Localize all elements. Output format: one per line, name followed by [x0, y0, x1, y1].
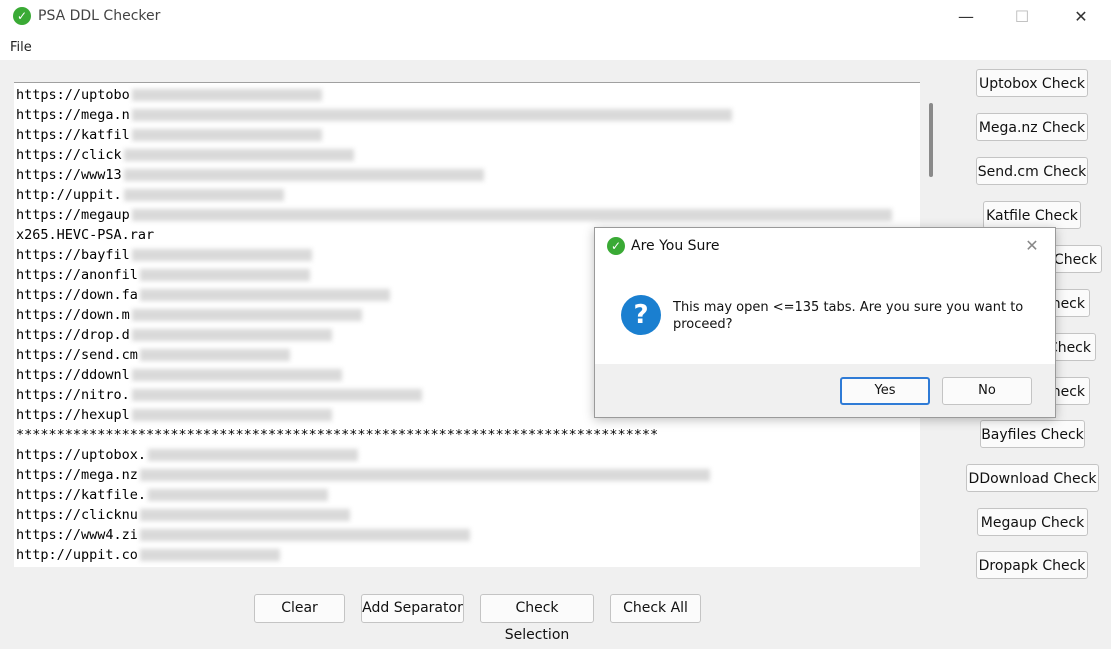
redacted-url-part — [123, 189, 284, 201]
close-button[interactable]: ✕ — [1061, 4, 1101, 30]
katfile-check-button[interactable]: Katfile Check — [983, 201, 1081, 229]
link-line: https://katfil — [16, 125, 916, 145]
redacted-url-part — [131, 209, 892, 221]
link-text: https://mega.nz — [16, 467, 138, 483]
textarea-scrollbar[interactable] — [929, 103, 933, 177]
redacted-url-part — [131, 329, 332, 341]
sendcm-check-button[interactable]: Send.cm Check — [976, 157, 1088, 185]
redacted-url-part — [139, 469, 710, 481]
link-line: ****************************************… — [16, 425, 916, 445]
link-text: http://uppit.co — [16, 547, 138, 563]
link-line: https://megaup — [16, 205, 916, 225]
redacted-url-part — [131, 129, 322, 141]
link-line: https://mega.n — [16, 105, 916, 125]
redacted-url-part — [131, 89, 322, 101]
link-text: https://hexupl — [16, 407, 130, 423]
link-line: https://uptobox. — [16, 445, 916, 465]
check-selection-button[interactable]: Check Selection — [480, 594, 594, 643]
redacted-url-part — [148, 489, 329, 501]
link-line: http://uppit. — [16, 185, 916, 205]
link-line: https://mega.nz — [16, 465, 916, 485]
link-text: https://down.m — [16, 307, 130, 323]
app-check-icon: ✓ — [13, 7, 31, 25]
redacted-url-part — [131, 249, 312, 261]
link-line: https://clicknu — [16, 505, 916, 525]
menu-file[interactable]: File — [10, 40, 32, 55]
dialog-title: Are You Sure — [631, 238, 720, 254]
redacted-url-part — [148, 449, 359, 461]
uptobox-check-button[interactable]: Uptobox Check — [976, 69, 1088, 97]
redacted-url-part — [131, 109, 732, 121]
link-text: x265.HEVC-PSA.rar — [16, 227, 155, 243]
dialog-close-button[interactable]: ✕ — [1019, 235, 1045, 257]
link-text: https://clicknu — [16, 507, 138, 523]
link-text: http://uppit. — [16, 187, 122, 203]
dialog-footer: Yes No — [595, 364, 1055, 417]
minimize-button[interactable]: — — [946, 4, 986, 30]
ddownload-check-button[interactable]: DDownload Check — [966, 464, 1099, 492]
redacted-url-part — [139, 349, 290, 361]
link-text: https://uptobox. — [16, 447, 147, 463]
clear-button[interactable]: Clear — [254, 594, 345, 623]
link-line: https://www13 — [16, 165, 916, 185]
link-text: https://mega.n — [16, 107, 130, 123]
redacted-url-part — [131, 389, 422, 401]
link-text: https://uptobo — [16, 87, 130, 103]
link-text: https://drop.d — [16, 327, 130, 343]
megaup-check-button[interactable]: Megaup Check — [977, 508, 1088, 536]
link-line: https://www4.zi — [16, 525, 916, 545]
link-line: https://click — [16, 145, 916, 165]
check-all-button[interactable]: Check All — [610, 594, 701, 623]
mega-check-button[interactable]: Mega.nz Check — [976, 113, 1088, 141]
app-check-icon: ✓ — [607, 237, 625, 255]
link-text: https://katfil — [16, 127, 130, 143]
link-text: https://megaup — [16, 207, 130, 223]
redacted-url-part — [131, 369, 342, 381]
link-line: https://katfile. — [16, 485, 916, 505]
redacted-url-part — [131, 309, 362, 321]
bayfiles-check-button[interactable]: Bayfiles Check — [980, 420, 1085, 448]
dropapk-check-button[interactable]: Dropapk Check — [976, 551, 1088, 579]
redacted-url-part — [123, 169, 484, 181]
link-text: https://down.fa — [16, 287, 138, 303]
link-text: https://www13 — [16, 167, 122, 183]
link-text: https://anonfil — [16, 267, 138, 283]
link-text: https://ddownl — [16, 367, 130, 383]
title-bar: ✓ PSA DDL Checker — ☐ ✕ — [0, 0, 1111, 34]
window-title: PSA DDL Checker — [38, 8, 161, 24]
link-text: https://send.cm — [16, 347, 138, 363]
link-line: http://uppit.co — [16, 545, 916, 565]
confirm-dialog: ✓ Are You Sure ✕ ? This may open <=135 t… — [594, 227, 1056, 418]
redacted-url-part — [131, 409, 332, 421]
redacted-url-part — [139, 549, 280, 561]
yes-button[interactable]: Yes — [840, 377, 930, 405]
menu-bar: File — [0, 34, 1111, 60]
link-text: https://bayfil — [16, 247, 130, 263]
add-separator-button[interactable]: Add Separator — [361, 594, 464, 623]
redacted-url-part — [123, 149, 354, 161]
redacted-url-part — [139, 289, 390, 301]
link-text: https://katfile. — [16, 487, 147, 503]
link-line: https://uptobo — [16, 85, 916, 105]
dialog-message: This may open <=135 tabs. Are you sure y… — [673, 300, 1024, 332]
redacted-url-part — [139, 269, 310, 281]
link-text: https://nitro. — [16, 387, 130, 403]
question-icon: ? — [621, 295, 661, 335]
redacted-url-part — [139, 529, 470, 541]
link-text: https://click — [16, 147, 122, 163]
redacted-url-part — [139, 509, 350, 521]
link-text: ****************************************… — [16, 427, 659, 443]
maximize-button[interactable]: ☐ — [1002, 4, 1042, 30]
no-button[interactable]: No — [942, 377, 1032, 405]
link-text: https://www4.zi — [16, 527, 138, 543]
